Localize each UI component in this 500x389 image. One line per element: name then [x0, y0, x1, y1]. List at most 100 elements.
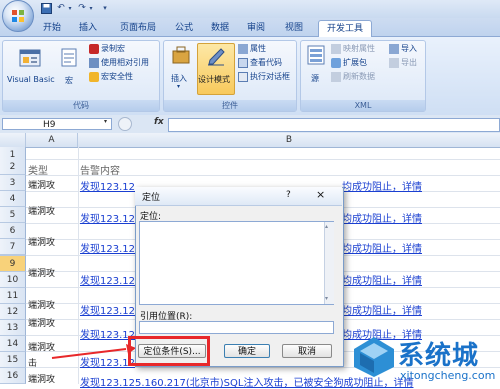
header-content-cell[interactable]: 告警内容	[80, 162, 120, 177]
column-header-a[interactable]: A	[26, 133, 78, 147]
tab-data[interactable]: 数据	[208, 20, 232, 36]
macro-security-button[interactable]: 宏安全性	[89, 71, 133, 83]
scroll-down-icon[interactable]: ▾	[325, 295, 328, 302]
cell-b7-tail[interactable]: 均成功阻止，详情	[342, 240, 422, 255]
save-icon[interactable]	[40, 3, 52, 14]
code-group: Visual Basic 宏 录制宏 使用相对引用 宏安全性 代码	[2, 40, 160, 112]
cell-b9-tail[interactable]: 均成功阻止，详情	[342, 272, 422, 287]
tab-insert[interactable]: 插入	[76, 20, 100, 36]
redo-icon[interactable]: ↷	[76, 3, 88, 14]
cell-b11-tail[interactable]: 均成功阻止，详情	[342, 302, 422, 317]
reference-input[interactable]	[139, 321, 334, 334]
cell-b3[interactable]: 发现123.12	[80, 178, 135, 193]
cell-a7[interactable]: 端洞攻	[28, 235, 55, 248]
scroll-up-icon[interactable]: ▴	[325, 223, 328, 230]
map-properties-icon	[331, 43, 341, 54]
redo-dropdown-icon[interactable]: ▾	[88, 3, 94, 14]
red-arrow-annotation	[51, 344, 136, 359]
formula-expand-icon[interactable]	[118, 117, 132, 131]
export-button[interactable]: 导出	[389, 57, 417, 69]
goto-list-scrollbar[interactable]	[324, 222, 334, 304]
close-icon[interactable]: ×	[316, 188, 325, 201]
cancel-button[interactable]: 取消	[282, 344, 332, 358]
cell-a9[interactable]: 端洞攻	[28, 266, 55, 279]
watermark: 系统城 xitongcheng.com	[350, 333, 500, 384]
header-type-cell[interactable]: 类型	[28, 162, 48, 177]
tab-page-layout[interactable]: 页面布局	[114, 20, 162, 36]
tab-review[interactable]: 审阅	[244, 20, 268, 36]
design-mode-label: 设计模式	[198, 75, 230, 84]
record-macro-label: 录制宏	[101, 44, 125, 53]
run-dialog-button[interactable]: 执行对话框	[238, 71, 290, 83]
row-header-10[interactable]: 10	[0, 272, 26, 288]
row-header-3[interactable]: 3	[0, 175, 26, 191]
insert-control-button[interactable]: 插入 ▾	[167, 43, 195, 95]
column-header-b[interactable]: B	[78, 133, 500, 147]
view-code-button[interactable]: 查看代码	[238, 57, 282, 69]
macros-button[interactable]: 宏	[57, 45, 81, 93]
cell-b13[interactable]: 发现123.12	[80, 326, 135, 341]
office-button[interactable]	[2, 0, 34, 32]
refresh-data-button[interactable]: 刷新数据	[331, 71, 375, 83]
visual-basic-button[interactable]: Visual Basic	[7, 45, 55, 93]
cell-b5[interactable]: 发现123.12	[80, 210, 135, 225]
row-header-12[interactable]: 12	[0, 304, 26, 320]
row-header-7[interactable]: 7	[0, 239, 26, 255]
undo-dropdown-icon[interactable]: ▾	[67, 3, 73, 14]
row-header-6[interactable]: 6	[0, 223, 26, 239]
customize-qat-icon[interactable]: ▾	[100, 3, 110, 14]
refresh-icon	[331, 71, 341, 82]
goto-list[interactable]	[139, 221, 334, 305]
cell-b9[interactable]: 发现123.12	[80, 272, 135, 287]
expansion-packs-button[interactable]: 扩展包	[331, 57, 367, 69]
row-header-13[interactable]: 13	[0, 320, 26, 336]
ok-button[interactable]: 确定	[224, 344, 270, 358]
record-icon	[89, 43, 99, 54]
visual-basic-icon	[19, 49, 41, 67]
properties-button[interactable]: 属性	[238, 43, 266, 55]
row-header-2[interactable]: 2	[0, 159, 26, 175]
expansion-packs-icon	[331, 57, 341, 68]
row-header-4[interactable]: 4	[0, 191, 26, 207]
relative-ref-icon	[89, 57, 99, 68]
row-header-5[interactable]: 5	[0, 207, 26, 223]
name-box-dropdown-icon[interactable]: ▾	[104, 118, 107, 125]
tab-home[interactable]: 开始	[40, 20, 64, 36]
controls-group: 插入 ▾ 设计模式 属性 查看代码 执行对话框 控件	[163, 40, 297, 112]
tab-formulas[interactable]: 公式	[172, 20, 196, 36]
cell-b11[interactable]: 发现123.12	[80, 302, 135, 317]
controls-group-label: 控件	[164, 100, 296, 111]
row-header-9[interactable]: 9	[0, 256, 26, 272]
code-group-label: 代码	[3, 100, 159, 111]
undo-icon[interactable]: ↶	[55, 3, 67, 14]
insert-function-icon[interactable]: fx	[154, 117, 164, 127]
help-icon[interactable]: ?	[286, 190, 291, 200]
cell-b7[interactable]: 发现123.12	[80, 240, 135, 255]
cell-b5-tail[interactable]: 均成功阻止，详情	[342, 210, 422, 225]
formula-input[interactable]	[168, 118, 500, 132]
cell-b3-tail[interactable]: 均成功阻止，详情	[342, 178, 422, 193]
tab-view[interactable]: 视图	[282, 20, 306, 36]
cell-a11[interactable]: 端洞攻	[28, 298, 55, 311]
view-code-icon	[238, 57, 248, 68]
name-box[interactable]: H9	[2, 118, 112, 130]
select-all-corner[interactable]	[0, 133, 26, 147]
cell-a13[interactable]: 端洞攻	[28, 316, 55, 329]
cell-a17[interactable]: 端洞攻	[28, 372, 55, 385]
tab-developer[interactable]: 开发工具	[318, 20, 372, 38]
map-properties-button[interactable]: 映射属性	[331, 43, 375, 55]
cell-a5[interactable]: 端洞攻	[28, 204, 55, 217]
relative-ref-label: 使用相对引用	[101, 58, 149, 67]
source-button[interactable]: 源	[304, 43, 328, 93]
dialog-title: 定位	[142, 193, 161, 203]
cell-a3[interactable]: 端洞攻	[28, 178, 55, 191]
import-button[interactable]: 导入	[389, 43, 417, 55]
record-macro-button[interactable]: 录制宏	[89, 43, 125, 55]
xml-group: 源 映射属性 扩展包 刷新数据 导入 导出 XML	[300, 40, 426, 112]
goto-dialog-titlebar[interactable]	[135, 187, 342, 206]
design-mode-button[interactable]: 设计模式	[197, 43, 235, 95]
row-header-11[interactable]: 11	[0, 288, 26, 304]
macro-security-label: 宏安全性	[101, 72, 133, 81]
row-header-16[interactable]: 16	[0, 368, 26, 384]
relative-reference-button[interactable]: 使用相对引用	[89, 57, 149, 69]
